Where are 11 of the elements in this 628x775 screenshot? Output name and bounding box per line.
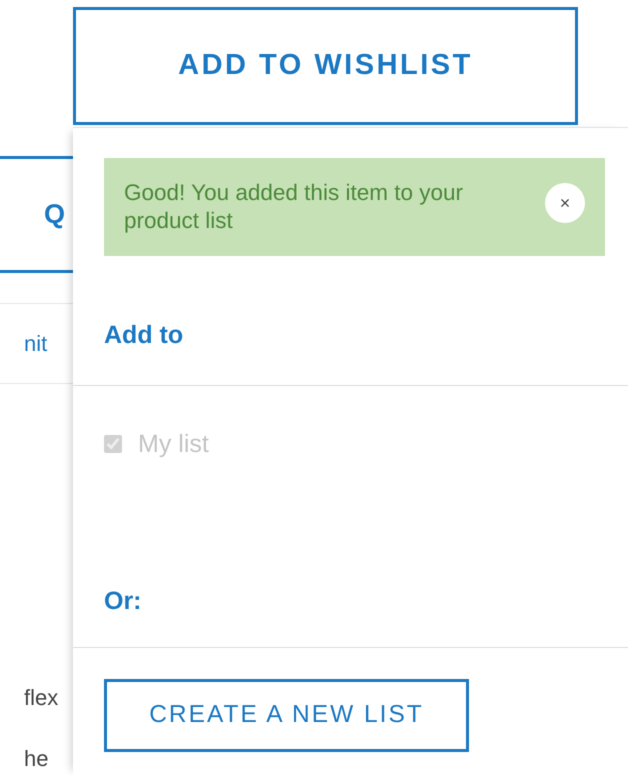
create-list-button[interactable]: CREATE A NEW LIST <box>104 678 469 752</box>
add-to-wishlist-button[interactable]: ADD TO WISHLIST <box>73 7 578 125</box>
close-button[interactable]: × <box>545 183 585 223</box>
list-label: My list <box>138 428 209 460</box>
alert-message: Good! You added this item to your product list <box>124 179 464 235</box>
link[interactable]: nit <box>24 326 48 360</box>
section-heading: Add to <box>103 320 184 351</box>
body-text: he <box>23 745 50 773</box>
section-heading: Or: <box>103 586 142 617</box>
body-text: flex <box>23 684 60 712</box>
tab-label[interactable]: Q <box>44 194 67 234</box>
